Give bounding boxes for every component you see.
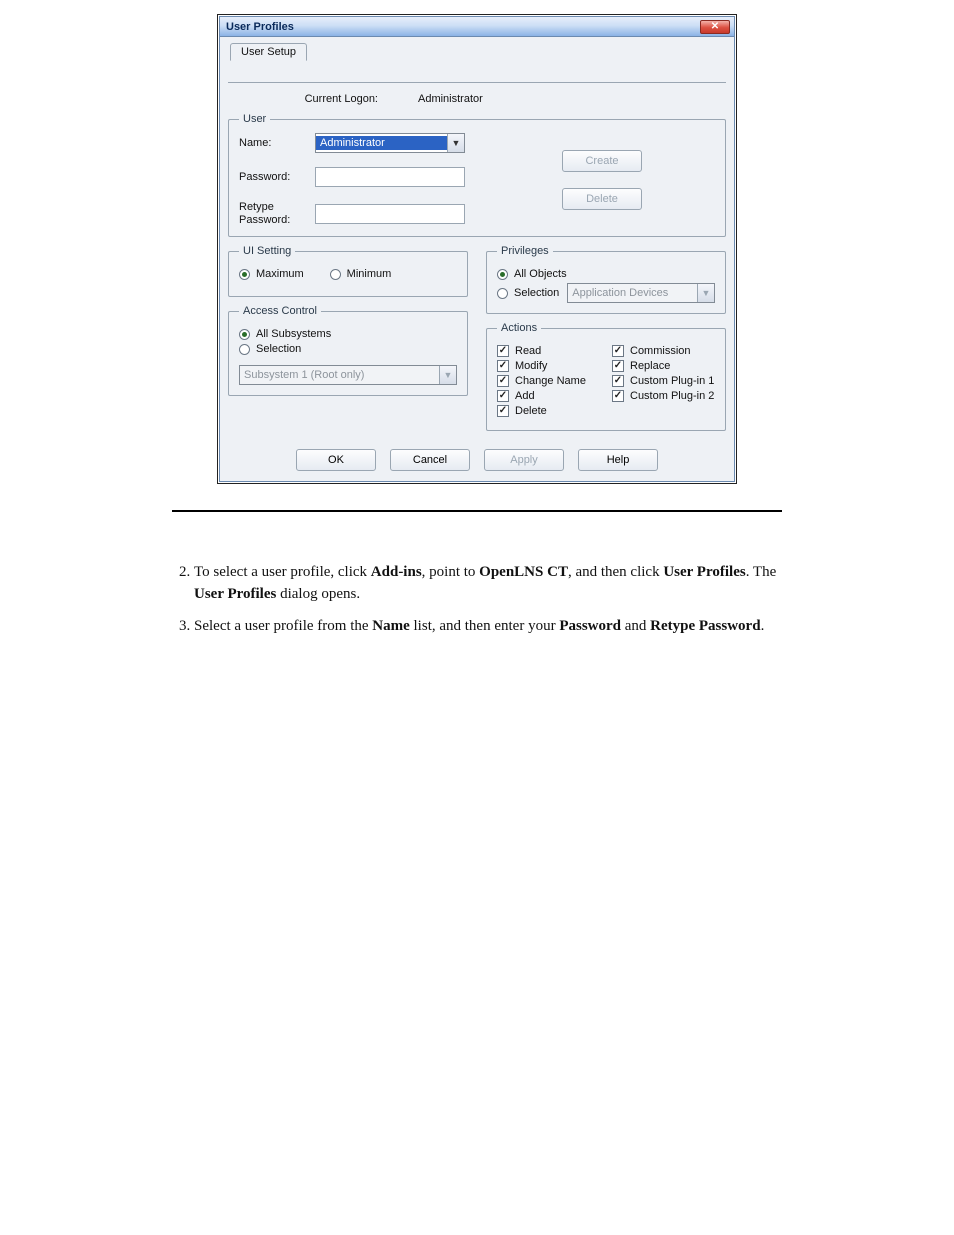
check-replace-label: Replace [630, 360, 670, 372]
bold-add-ins: Add-ins [371, 564, 422, 580]
bold-retype-password: Retype Password [650, 618, 760, 634]
bold-user-profiles-2: User Profiles [194, 586, 276, 602]
text: Select a user profile from the [194, 618, 372, 634]
bold-name: Name [372, 618, 410, 634]
figure-rule [172, 510, 782, 512]
step-2: To select a user profile, click Add-ins,… [194, 562, 782, 606]
create-button[interactable]: Create [562, 150, 642, 172]
user-group-legend: User [239, 113, 270, 125]
radio-all-objects[interactable]: All Objects [497, 268, 715, 280]
text: list, and then enter your [410, 618, 560, 634]
close-icon[interactable]: ✕ [700, 20, 730, 34]
user-group: User Name: Administrator ▼ Password: Ret… [228, 113, 726, 237]
radio-maximum[interactable]: Maximum [239, 268, 304, 280]
subsystem-combo: Subsystem 1 (Root only) ▼ [239, 365, 457, 385]
check-change-name[interactable]: Change Name [497, 375, 600, 387]
cancel-button[interactable]: Cancel [390, 449, 470, 471]
check-replace[interactable]: Replace [612, 360, 715, 372]
name-combo-value: Administrator [316, 136, 447, 150]
titlebar: User Profiles ✕ [220, 17, 734, 37]
name-label: Name: [239, 137, 309, 149]
bold-password: Password [559, 618, 621, 634]
bold-openlns-ct: OpenLNS CT [479, 564, 568, 580]
text: dialog opens. [276, 586, 360, 602]
chevron-down-icon: ▼ [447, 134, 464, 152]
radio-minimum[interactable]: Minimum [330, 268, 392, 280]
text: and [621, 618, 650, 634]
password-field[interactable] [315, 167, 465, 187]
dialog-window: User Profiles ✕ User Setup Current Logon… [219, 16, 735, 482]
radio-ac-selection[interactable]: Selection [239, 343, 457, 355]
current-logon-label: Current Logon: [228, 93, 378, 105]
actions-legend: Actions [497, 322, 541, 334]
check-read[interactable]: Read [497, 345, 600, 357]
privileges-group: Privileges All Objects Selection Applica… [486, 245, 726, 314]
radio-ac-selection-label: Selection [256, 343, 301, 355]
check-add[interactable]: Add [497, 390, 600, 402]
radio-maximum-label: Maximum [256, 268, 304, 280]
apply-button[interactable]: Apply [484, 449, 564, 471]
user-profiles-dialog-figure: User Profiles ✕ User Setup Current Logon… [217, 14, 737, 484]
radio-all-objects-label: All Objects [514, 268, 567, 280]
bold-user-profiles: User Profiles [663, 564, 745, 580]
help-button[interactable]: Help [578, 449, 658, 471]
delete-button[interactable]: Delete [562, 188, 642, 210]
actions-group: Actions Read Modify Change Name Add Dele… [486, 322, 726, 431]
radio-minimum-label: Minimum [347, 268, 392, 280]
text: , point to [422, 564, 480, 580]
current-logon-value: Administrator [418, 93, 483, 105]
radio-priv-selection[interactable]: Selection [497, 287, 559, 299]
name-combo[interactable]: Administrator ▼ [315, 133, 465, 153]
radio-all-subsystems-label: All Subsystems [256, 328, 331, 340]
retype-label: Retype Password: [239, 201, 309, 226]
instruction-paragraphs: To select a user profile, click Add-ins,… [172, 562, 782, 637]
check-plugin2[interactable]: Custom Plug-in 2 [612, 390, 715, 402]
tab-user-setup[interactable]: User Setup [230, 43, 307, 61]
password-label: Password: [239, 171, 309, 183]
check-add-label: Add [515, 390, 535, 402]
check-commission[interactable]: Commission [612, 345, 715, 357]
tabstrip: User Setup [228, 43, 726, 63]
check-delete-label: Delete [515, 405, 547, 417]
access-control-group: Access Control All Subsystems Selection … [228, 305, 468, 396]
dialog-title: User Profiles [226, 21, 294, 33]
text: , and then click [568, 564, 663, 580]
privileges-legend: Privileges [497, 245, 553, 257]
check-change-name-label: Change Name [515, 375, 586, 387]
privileges-combo-value: Application Devices [568, 286, 697, 300]
check-plugin1-label: Custom Plug-in 1 [630, 375, 714, 387]
step-3: Select a user profile from the Name list… [194, 616, 782, 638]
check-commission-label: Commission [630, 345, 691, 357]
chevron-down-icon: ▼ [697, 284, 714, 302]
access-control-legend: Access Control [239, 305, 321, 317]
radio-priv-selection-label: Selection [514, 287, 559, 299]
text: . [761, 618, 765, 634]
radio-all-subsystems[interactable]: All Subsystems [239, 328, 457, 340]
ui-setting-legend: UI Setting [239, 245, 295, 257]
subsystem-combo-value: Subsystem 1 (Root only) [240, 368, 439, 382]
text: . The [746, 564, 777, 580]
check-delete[interactable]: Delete [497, 405, 600, 417]
check-plugin1[interactable]: Custom Plug-in 1 [612, 375, 715, 387]
ui-setting-group: UI Setting Maximum Minimum [228, 245, 468, 297]
chevron-down-icon: ▼ [439, 366, 456, 384]
text: To select a user profile, click [194, 564, 371, 580]
check-read-label: Read [515, 345, 541, 357]
check-plugin2-label: Custom Plug-in 2 [630, 390, 714, 402]
retype-password-field[interactable] [315, 204, 465, 224]
privileges-combo: Application Devices ▼ [567, 283, 715, 303]
check-modify[interactable]: Modify [497, 360, 600, 372]
check-modify-label: Modify [515, 360, 547, 372]
ok-button[interactable]: OK [296, 449, 376, 471]
